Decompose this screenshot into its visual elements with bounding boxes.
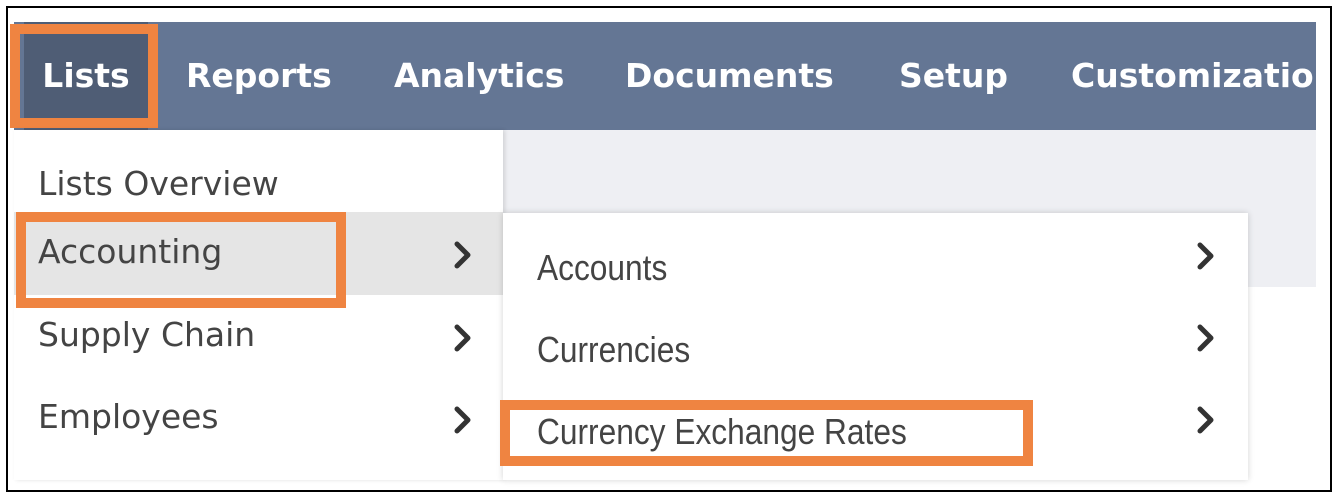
menu-item-accounting[interactable]: Accounting	[14, 212, 503, 295]
menu-item-employees[interactable]: Employees	[14, 377, 503, 459]
menu-item-label: Accounts	[537, 247, 668, 288]
chevron-right-icon	[452, 403, 474, 437]
chevron-right-icon	[1195, 403, 1217, 437]
nav-tab-analytics[interactable]: Analytics	[394, 22, 564, 130]
submenu-item-currency-exchange-rates[interactable]: Currency Exchange Rates	[503, 393, 1248, 475]
submenu-item-currencies[interactable]: Currencies	[503, 311, 1248, 393]
menu-item-label: Accounting	[38, 232, 223, 271]
accounting-submenu: Accounts Currencies Currency Exchange Ra…	[503, 213, 1248, 480]
nav-tab-customization[interactable]: Customization	[1071, 22, 1316, 130]
menu-item-label: Lists Overview	[38, 164, 279, 203]
menu-item-supply-chain[interactable]: Supply Chain	[14, 295, 503, 377]
menu-item-label: Currencies	[537, 329, 691, 370]
top-navigation-bar: Lists Reports Analytics Documents Setup …	[14, 22, 1316, 130]
chevron-right-icon	[452, 321, 474, 355]
menu-item-label: Employees	[38, 397, 219, 436]
chevron-right-icon	[1195, 321, 1217, 355]
nav-tab-lists[interactable]: Lists	[24, 22, 148, 130]
chevron-right-icon	[452, 238, 474, 272]
chevron-right-icon	[1195, 239, 1217, 273]
nav-tab-documents[interactable]: Documents	[625, 22, 834, 130]
menu-item-label: Supply Chain	[38, 315, 256, 354]
submenu-item-accounts[interactable]: Accounts	[503, 229, 1248, 311]
nav-tab-reports[interactable]: Reports	[186, 22, 332, 130]
menu-item-label: Currency Exchange Rates	[537, 411, 907, 452]
lists-dropdown-menu: Lists Overview Accounting Supply Chain E…	[14, 130, 503, 480]
nav-tab-setup[interactable]: Setup	[899, 22, 1008, 130]
